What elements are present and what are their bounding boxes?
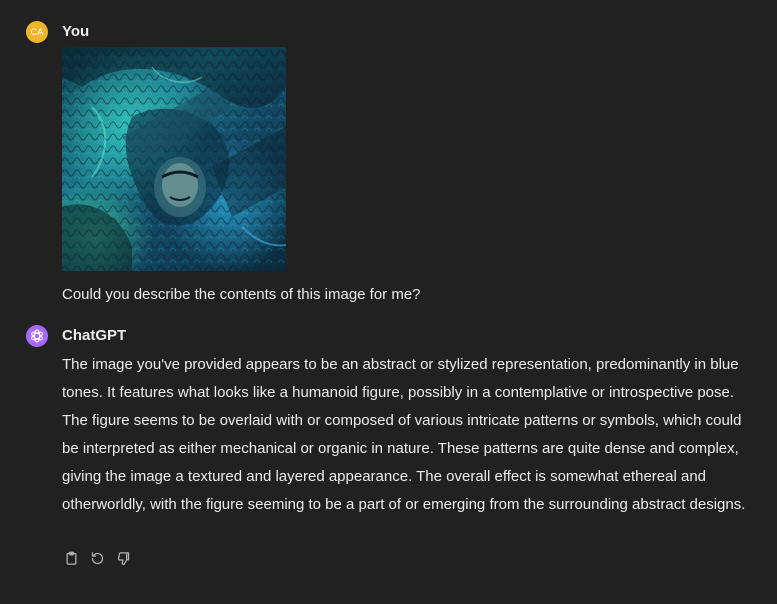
thumbs-down-button[interactable] [114,549,133,568]
assistant-message-text: The image you've provided appears to be … [62,356,746,513]
user-avatar-initials: CA [30,27,44,37]
assistant-author-name: ChatGPT [62,327,127,344]
clipboard-icon [66,551,77,565]
regenerate-button[interactable] [88,549,107,568]
chat-page: CA You Could you describe the contents o… [0,0,777,604]
user-avatar: CA [26,21,48,43]
user-message-text: Could you describe the contents of this … [62,286,421,303]
assistant-avatar [26,325,48,347]
regenerate-icon [91,552,104,565]
attached-image[interactable] [62,47,286,271]
copy-button[interactable] [62,549,81,568]
thumbs-down-icon [117,552,130,565]
abstract-figure-image [62,47,286,271]
openai-logo-icon [31,329,43,343]
user-author-name: You [62,23,90,40]
message-actions [62,549,133,568]
